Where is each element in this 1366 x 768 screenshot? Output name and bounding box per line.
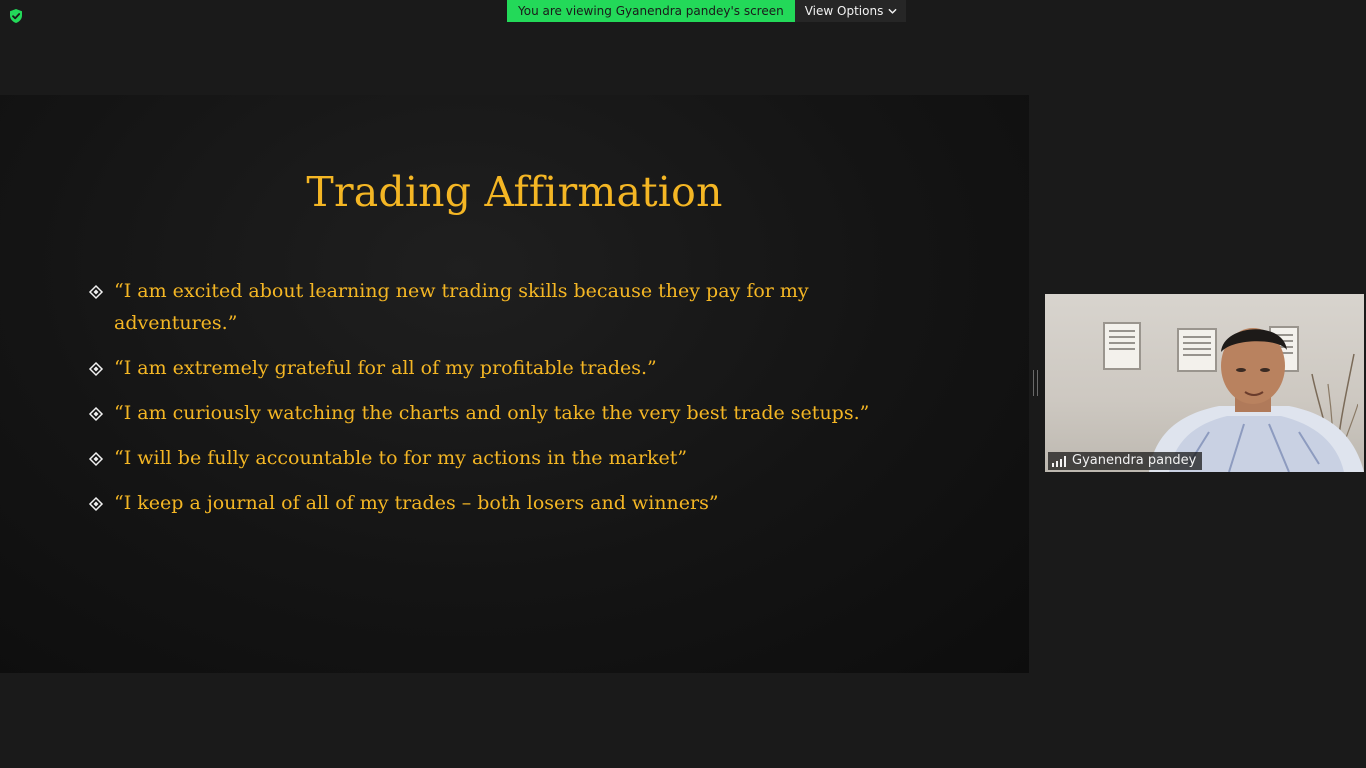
view-options-button[interactable]: View Options (794, 0, 907, 22)
list-item: “I will be fully accountable to for my a… (88, 442, 908, 474)
panel-resize-handle[interactable] (1033, 370, 1038, 396)
signal-strength-icon (1052, 455, 1066, 467)
slide-title: Trading Affirmation (306, 168, 723, 216)
list-item: “I am excited about learning new trading… (88, 275, 908, 339)
wall-frame (1103, 322, 1141, 370)
diamond-bullet-icon (88, 496, 104, 512)
viewing-banner: You are viewing Gyanendra pandey's scree… (507, 0, 795, 22)
bullet-text: “I am curiously watching the charts and … (114, 402, 870, 424)
list-item: “I am extremely grateful for all of my p… (88, 352, 908, 384)
bullet-text: “I am extremely grateful for all of my p… (114, 357, 657, 379)
screen-share-topbar: You are viewing Gyanendra pandey's scree… (507, 0, 907, 22)
list-item: “I keep a journal of all of my trades – … (88, 487, 908, 519)
shield-check-icon[interactable] (8, 8, 24, 24)
shared-screen[interactable]: Trading Affirmation “I am excited about … (0, 95, 1029, 673)
view-options-label: View Options (804, 4, 884, 18)
bullet-text: “I will be fully accountable to for my a… (114, 447, 688, 469)
affirmation-list: “I am excited about learning new trading… (88, 275, 908, 532)
bullet-text: “I keep a journal of all of my trades – … (114, 492, 719, 514)
participant-video-tile[interactable]: Gyanendra pandey (1045, 294, 1364, 472)
participant-name: Gyanendra pandey (1072, 453, 1197, 468)
diamond-bullet-icon (88, 406, 104, 422)
diamond-bullet-icon (88, 451, 104, 467)
chevron-down-icon (888, 8, 897, 14)
participant-name-label: Gyanendra pandey (1048, 452, 1203, 470)
participant-person-image (1149, 328, 1364, 472)
diamond-bullet-icon (88, 361, 104, 377)
diamond-bullet-icon (88, 284, 104, 300)
meeting-window: You are viewing Gyanendra pandey's scree… (0, 0, 1366, 768)
list-item: “I am curiously watching the charts and … (88, 397, 908, 429)
bullet-text: “I am excited about learning new trading… (114, 280, 809, 334)
